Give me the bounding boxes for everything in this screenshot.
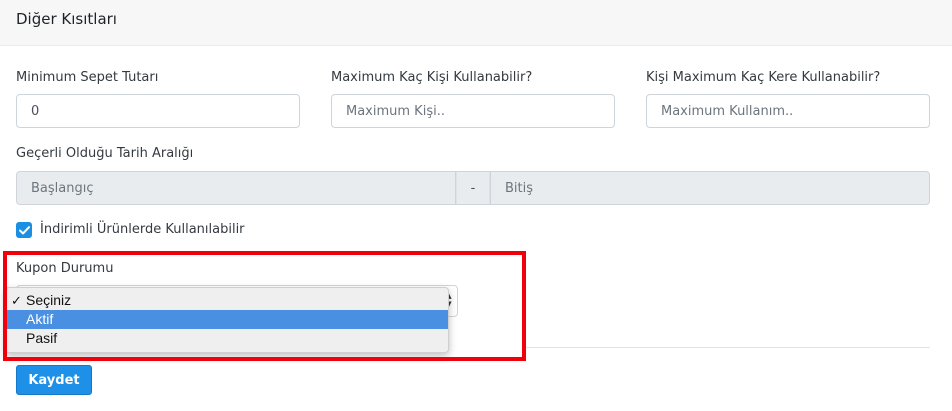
option-pasif[interactable]: Pasif (6, 329, 448, 348)
max-people-input[interactable] (331, 94, 615, 128)
option-aktif[interactable]: Aktif (6, 310, 448, 329)
option-label: Seçiniz (26, 292, 72, 308)
min-basket-input[interactable] (16, 94, 300, 128)
date-range-group: - (16, 171, 930, 205)
coupon-status-label: Kupon Durumu (16, 261, 114, 276)
date-range-label: Geçerli Olduğu Tarih Aralığı (16, 146, 194, 161)
selected-check-icon: ✓ (11, 293, 22, 308)
min-basket-label: Minimum Sepet Tutarı (16, 70, 159, 85)
card-header: Diğer Kısıtları (0, 0, 952, 46)
max-per-person-input[interactable] (646, 94, 930, 128)
option-label: Aktif (26, 311, 54, 327)
check-icon (18, 225, 30, 234)
max-per-person-label: Kişi Maximum Kaç Kere Kullanabilir? (646, 70, 881, 85)
option-seciniz[interactable]: ✓ Seçiniz (6, 291, 448, 310)
discounted-products-checkbox[interactable] (16, 222, 32, 238)
option-label: Pasif (26, 330, 58, 346)
date-start-input[interactable] (16, 171, 456, 205)
save-button[interactable]: Kaydet (16, 365, 92, 395)
date-end-input[interactable] (490, 171, 930, 205)
section-title: Diğer Kısıtları (16, 10, 117, 28)
coupon-status-dropdown: ✓ Seçiniz Aktif Pasif (5, 287, 449, 353)
date-range-separator: - (456, 171, 490, 205)
discounted-products-label: İndirimli Ürünlerde Kullanılabilir (40, 222, 245, 237)
form-divider (526, 347, 930, 348)
max-people-label: Maximum Kaç Kişi Kullanabilir? (331, 70, 533, 85)
